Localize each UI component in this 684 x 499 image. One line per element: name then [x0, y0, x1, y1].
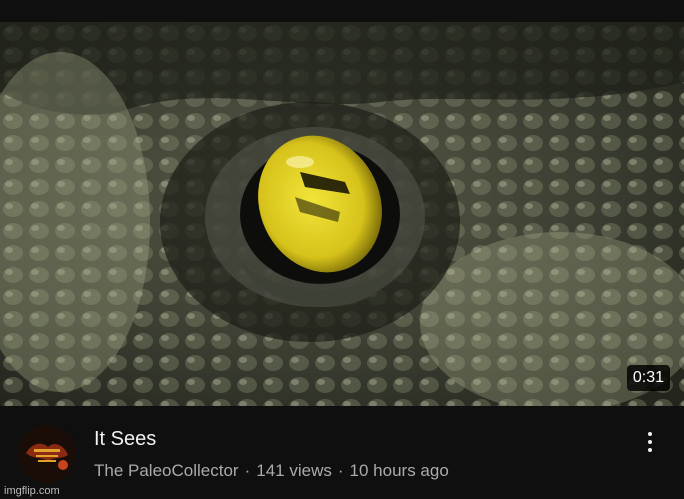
channel-avatar[interactable]	[18, 425, 76, 483]
view-count: 141 views	[256, 461, 332, 480]
menu-dot	[648, 440, 652, 444]
top-strip	[0, 0, 684, 22]
video-title[interactable]: It Sees	[94, 427, 156, 451]
video-meta-row: It Sees The PaleoCollector · 141 views · 10 …	[0, 406, 684, 499]
separator-dot: ·	[244, 461, 251, 480]
channel-name[interactable]: The PaleoCollector	[94, 461, 239, 480]
upload-age: 10 hours ago	[349, 461, 449, 480]
separator-dot: ·	[337, 461, 344, 480]
thumbnail-image	[0, 22, 684, 406]
avatar-logo-icon	[18, 425, 76, 483]
video-subline: The PaleoCollector · 141 views · 10 hours ag…	[94, 460, 449, 482]
menu-dot	[648, 448, 652, 452]
video-thumbnail[interactable]: 0:31	[0, 22, 684, 406]
duration-badge: 0:31	[626, 365, 670, 391]
more-vert-icon[interactable]	[640, 428, 660, 456]
watermark: imgflip.com	[4, 485, 60, 497]
menu-dot	[648, 432, 652, 436]
